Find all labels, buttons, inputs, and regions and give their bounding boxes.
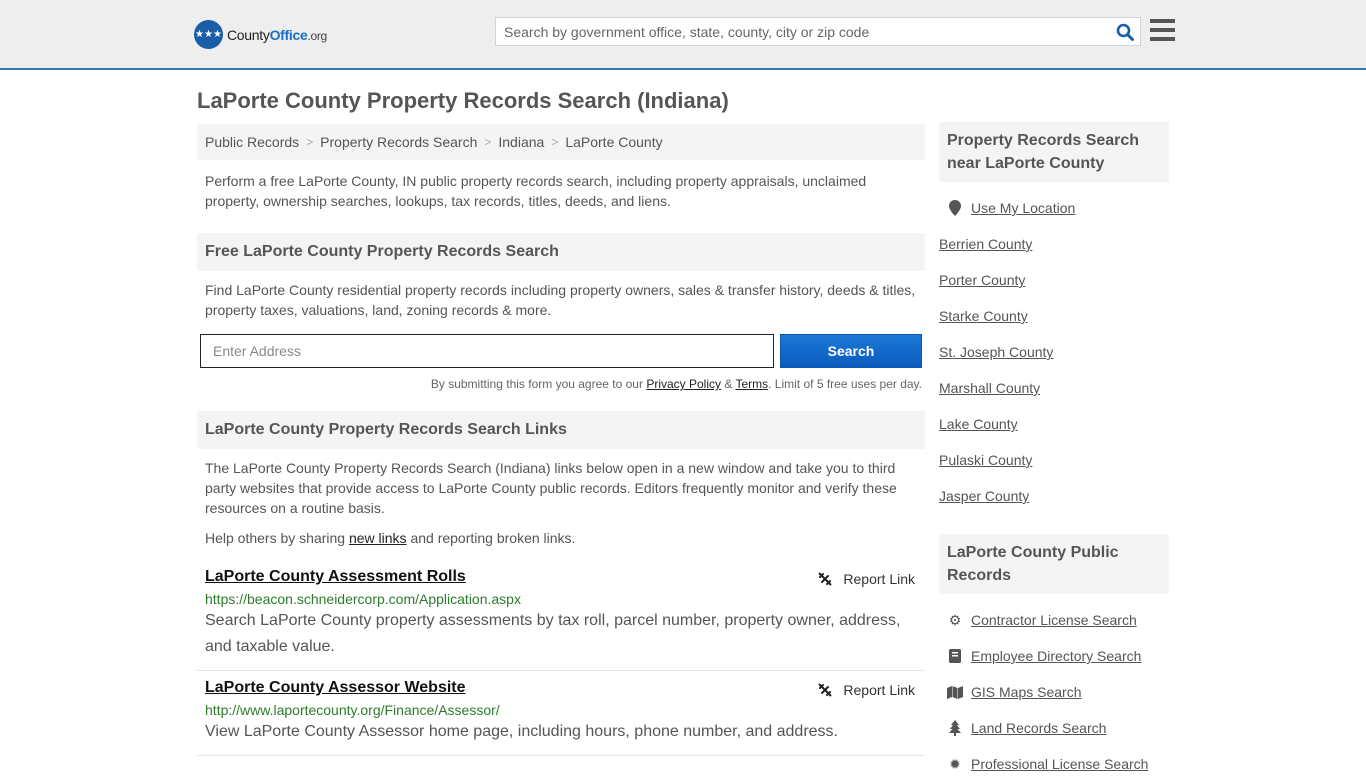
intro-text: Perform a free LaPorte County, IN public…	[205, 173, 867, 209]
breadcrumb-public-records[interactable]: Public Records	[205, 134, 299, 150]
broken-link-icon	[818, 572, 833, 586]
public-record-link[interactable]: Professional License Search	[971, 756, 1148, 772]
public-records-list: ⚙ Contractor License Search Employee Dire…	[939, 594, 1169, 782]
nearby-item: Porter County	[939, 262, 1161, 298]
public-record-link[interactable]: Contractor License Search	[971, 612, 1137, 628]
search-icon	[1116, 23, 1134, 41]
tree-icon	[947, 720, 963, 736]
main-content: Public Records > Property Records Search >…	[197, 124, 925, 756]
nearby-item: Jasper County	[939, 478, 1161, 514]
nearby-county-link[interactable]: Porter County	[939, 272, 1025, 288]
terms-notice: By submitting this form you agree to our…	[430, 377, 922, 391]
nearby-item: Marshall County	[939, 370, 1161, 406]
gear-icon: ⚙	[948, 611, 962, 628]
nearby-item: Starke County	[939, 298, 1161, 334]
use-location-item: Use My Location	[947, 190, 1161, 226]
nearby-item: Pulaski County	[939, 442, 1161, 478]
public-records-heading: LaPorte County Public Records	[939, 534, 1169, 594]
report-link-button[interactable]: Report Link	[817, 571, 915, 587]
breadcrumb-indiana[interactable]: Indiana	[498, 134, 544, 150]
nearby-item: Berrien County	[939, 226, 1161, 262]
public-record-link[interactable]: GIS Maps Search	[971, 684, 1082, 700]
logo-text-accent: Office	[269, 26, 308, 43]
page-title: LaPorte County Property Records Search (…	[197, 88, 729, 113]
public-record-link[interactable]: Land Records Search	[971, 720, 1106, 736]
breadcrumb-property-records-search[interactable]: Property Records Search	[320, 134, 477, 150]
book-icon	[947, 649, 963, 663]
result-url: http://www.laportecounty.org/Finance/Ass…	[205, 702, 500, 718]
nearby-item: St. Joseph County	[939, 334, 1161, 370]
links-section-description: The LaPorte County Property Records Sear…	[205, 460, 897, 516]
address-search-button[interactable]: Search	[780, 334, 922, 368]
terms-link[interactable]: Terms	[735, 377, 768, 391]
logo[interactable]: ★★★ CountyOffice.org	[194, 20, 327, 49]
chevron-right-icon: >	[551, 135, 559, 149]
certificate-icon: ✹	[949, 755, 961, 772]
search-button[interactable]	[1110, 18, 1140, 45]
sidebar: Property Records Search near LaPorte Cou…	[939, 122, 1169, 782]
result-description: Search LaPorte County property assessmen…	[205, 612, 901, 655]
result-url: https://beacon.schneidercorp.com/Applica…	[205, 591, 521, 607]
links-section-heading: LaPorte County Property Records Search L…	[197, 411, 925, 449]
site-search-input[interactable]	[496, 18, 1110, 45]
free-search-description: Find LaPorte County residential property…	[205, 282, 916, 318]
nearby-county-link[interactable]: Berrien County	[939, 236, 1032, 252]
map-marker-icon	[947, 200, 963, 216]
result-item: LaPorte County Assessor Website Report L…	[197, 671, 925, 756]
privacy-policy-link[interactable]: Privacy Policy	[646, 377, 721, 391]
public-record-item: GIS Maps Search	[947, 674, 1161, 710]
result-title-link[interactable]: LaPorte County Assessment Rolls	[205, 568, 466, 585]
public-record-item: Land Records Search	[947, 710, 1161, 746]
nearby-county-link[interactable]: Jasper County	[939, 488, 1029, 504]
nearby-county-link[interactable]: Lake County	[939, 416, 1018, 432]
result-item: LaPorte County Assessment Rolls Report L…	[197, 560, 925, 671]
result-description: View LaPorte County Assessor home page, …	[205, 723, 838, 740]
nearby-county-link[interactable]: St. Joseph County	[939, 344, 1053, 360]
broken-link-icon	[818, 683, 833, 697]
public-record-item: Employee Directory Search	[947, 638, 1161, 674]
public-record-item: ⚙ Contractor License Search	[947, 602, 1161, 638]
top-header: ★★★ CountyOffice.org	[0, 0, 1366, 70]
result-title-link[interactable]: LaPorte County Assessor Website	[205, 679, 466, 696]
address-search-form: Search	[197, 334, 925, 368]
nearby-county-link[interactable]: Marshall County	[939, 380, 1040, 396]
logo-text-main: County	[227, 26, 270, 43]
help-text: Help others by sharing new links and rep…	[205, 530, 576, 546]
chevron-right-icon: >	[484, 135, 492, 149]
report-link-button[interactable]: Report Link	[817, 682, 915, 698]
logo-text-suffix: .org	[307, 28, 327, 43]
new-links-link[interactable]: new links	[349, 530, 407, 546]
chevron-right-icon: >	[306, 135, 314, 149]
nearby-heading: Property Records Search near LaPorte Cou…	[939, 122, 1169, 182]
nearby-list: Use My Location Berrien County Porter Co…	[939, 182, 1169, 514]
address-input[interactable]	[200, 334, 774, 368]
public-record-link[interactable]: Employee Directory Search	[971, 648, 1141, 664]
eagle-logo-icon: ★★★	[194, 20, 223, 49]
free-search-heading: Free LaPorte County Property Records Sea…	[197, 233, 925, 271]
breadcrumb: Public Records > Property Records Search >…	[197, 124, 925, 160]
use-my-location-link[interactable]: Use My Location	[971, 200, 1075, 216]
site-search-bar	[495, 17, 1141, 46]
public-record-item: ✹ Professional License Search	[947, 746, 1161, 782]
nearby-county-link[interactable]: Starke County	[939, 308, 1028, 324]
nearby-item: Lake County	[939, 406, 1161, 442]
menu-icon[interactable]	[1150, 19, 1175, 41]
nearby-county-link[interactable]: Pulaski County	[939, 452, 1032, 468]
breadcrumb-laporte-county[interactable]: LaPorte County	[565, 134, 662, 150]
map-icon	[947, 685, 963, 699]
